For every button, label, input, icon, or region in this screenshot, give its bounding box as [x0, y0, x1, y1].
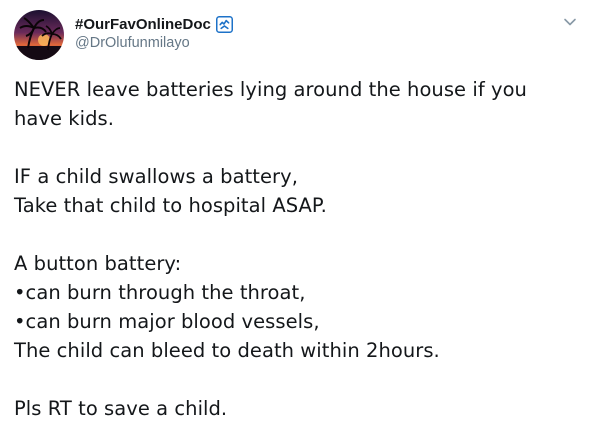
- display-name[interactable]: #OurFavOnlineDoc: [75, 16, 211, 33]
- tweet-line: A button battery:: [14, 252, 182, 275]
- tweet-line: have kids.: [14, 107, 114, 130]
- tweet-line: NEVER leave batteries lying around the h…: [14, 78, 527, 101]
- tweet-line: •can burn major blood vessels,: [14, 310, 320, 333]
- tweet-line: Pls RT to save a child.: [14, 397, 228, 420]
- pinned-badge-icon: [215, 15, 233, 33]
- tweet-text: NEVER leave batteries lying around the h…: [14, 75, 579, 423]
- tweet-header: #OurFavOnlineDoc @DrOlufunmilayo: [14, 10, 584, 60]
- palm-sunset-avatar-icon: [14, 10, 64, 60]
- avatar[interactable]: [14, 10, 64, 60]
- tweet-card: #OurFavOnlineDoc @DrOlufunmilayo NEVER l…: [0, 0, 596, 442]
- tweet-line: IF a child swallows a battery,: [14, 165, 298, 188]
- tweet-line: •can burn through the throat,: [14, 281, 306, 304]
- chevron-down-icon[interactable]: [560, 12, 580, 32]
- handle[interactable]: @DrOlufunmilayo: [75, 35, 233, 51]
- display-name-row: #OurFavOnlineDoc: [75, 14, 233, 34]
- tweet-line: Take that child to hospital ASAP.: [14, 194, 327, 217]
- author-names: #OurFavOnlineDoc @DrOlufunmilayo: [75, 14, 233, 51]
- tweet-line: The child can bleed to death within 2hou…: [14, 339, 440, 362]
